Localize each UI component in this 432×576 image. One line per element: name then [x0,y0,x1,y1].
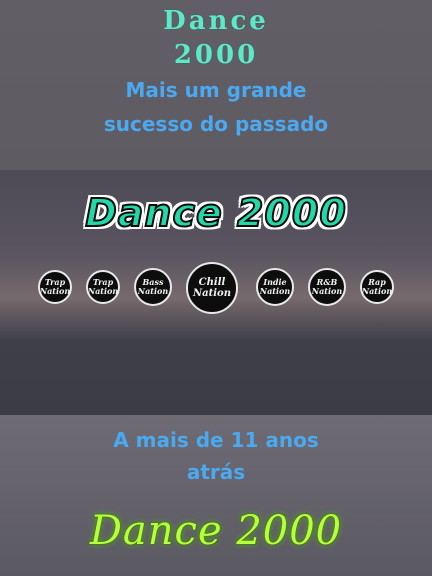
rnb-nation-logo: R&B Nation [308,268,346,306]
indie-nation-logo: Indie Nation [256,268,294,306]
caption-line-1: A mais de 11 anos [113,428,319,452]
subtitle-line-2: sucesso do passado [103,112,329,136]
rap-nation-logo: Rap Nation [360,270,394,304]
dance-2000-signature: Dance 2000 [89,508,343,554]
trap-nation-logo-2: Trap Nation [86,270,120,304]
chill-nation-logo: Chill Nation [186,262,238,314]
caption-line-2: atrás [186,460,246,484]
subtitle-line-1: Mais um grande [125,78,307,102]
trap-nation-logo: Trap Nation [38,270,72,304]
title-line-2: 2000 [173,40,259,70]
nation-logos-row: Trap Nation Trap Nation Bass Nation Chill Na… [0,262,432,314]
title-line-1: Dance [163,6,269,36]
dance-2000-banner: Dance 2000 [84,190,347,236]
bass-nation-logo: Bass Nation [134,268,172,306]
